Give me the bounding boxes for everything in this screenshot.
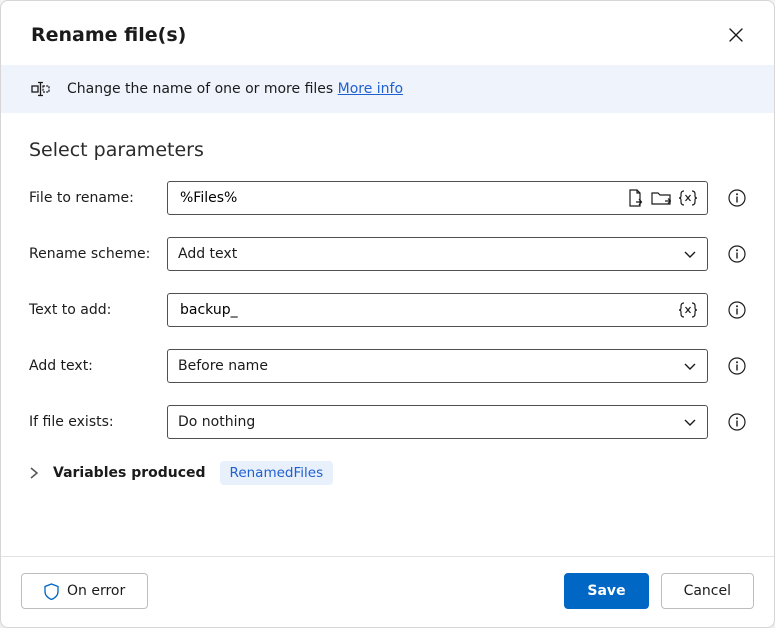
- info-banner: Change the name of one or more files Mor…: [1, 65, 774, 113]
- variable-chip[interactable]: RenamedFiles: [220, 461, 334, 485]
- file-to-rename-input[interactable]: [178, 189, 619, 207]
- add-text-position-select[interactable]: Before name: [167, 349, 708, 383]
- cancel-label: Cancel: [684, 583, 731, 599]
- chevron-down-icon: [683, 247, 697, 261]
- row-rename-scheme: Rename scheme: Add text: [29, 237, 746, 271]
- rename-files-dialog: Rename file(s) Change the name of one or…: [0, 0, 775, 628]
- chevron-down-icon: [683, 359, 697, 373]
- shield-icon: [44, 583, 59, 600]
- section-heading: Select parameters: [29, 139, 746, 161]
- title-bar: Rename file(s): [1, 1, 774, 65]
- select-folder-icon[interactable]: [651, 190, 671, 206]
- row-add-text-position: Add text: Before name: [29, 349, 746, 383]
- label-add-text-position: Add text:: [29, 358, 157, 374]
- add-text-position-value: Before name: [178, 358, 675, 374]
- rename-scheme-value: Add text: [178, 246, 675, 262]
- text-to-add-input[interactable]: [178, 301, 671, 319]
- variable-picker-icon[interactable]: [679, 190, 697, 206]
- save-label: Save: [587, 583, 625, 599]
- banner-text: Change the name of one or more files Mor…: [67, 81, 403, 97]
- label-rename-scheme: Rename scheme:: [29, 246, 157, 262]
- row-file-to-rename: File to rename:: [29, 181, 746, 215]
- close-button[interactable]: [720, 19, 752, 51]
- text-to-add-input-wrap: [167, 293, 708, 327]
- dialog-footer: On error Save Cancel: [1, 556, 774, 627]
- variable-picker-icon[interactable]: [679, 302, 697, 318]
- dialog-title: Rename file(s): [31, 24, 186, 46]
- chevron-down-icon: [683, 415, 697, 429]
- row-text-to-add: Text to add:: [29, 293, 746, 327]
- file-to-rename-input-wrap: [167, 181, 708, 215]
- info-icon[interactable]: [728, 245, 746, 263]
- rename-scheme-select[interactable]: Add text: [167, 237, 708, 271]
- if-file-exists-value: Do nothing: [178, 414, 675, 430]
- save-button[interactable]: Save: [564, 573, 648, 609]
- info-icon[interactable]: [728, 357, 746, 375]
- label-text-to-add: Text to add:: [29, 302, 157, 318]
- label-if-file-exists: If file exists:: [29, 414, 157, 430]
- rename-action-icon: [31, 81, 51, 97]
- cancel-button[interactable]: Cancel: [661, 573, 754, 609]
- variables-produced-row: Variables produced RenamedFiles: [29, 461, 746, 485]
- chevron-right-icon[interactable]: [29, 467, 39, 479]
- on-error-label: On error: [67, 583, 125, 599]
- if-file-exists-select[interactable]: Do nothing: [167, 405, 708, 439]
- info-icon[interactable]: [728, 189, 746, 207]
- more-info-link[interactable]: More info: [338, 81, 403, 97]
- row-if-file-exists: If file exists: Do nothing: [29, 405, 746, 439]
- select-file-icon[interactable]: [627, 189, 643, 207]
- close-icon: [729, 28, 743, 42]
- dialog-body: Select parameters File to rename:: [1, 113, 774, 556]
- variables-produced-label: Variables produced: [53, 465, 206, 481]
- on-error-button[interactable]: On error: [21, 573, 148, 609]
- label-file-to-rename: File to rename:: [29, 190, 157, 206]
- info-icon[interactable]: [728, 413, 746, 431]
- info-icon[interactable]: [728, 301, 746, 319]
- banner-desc: Change the name of one or more files: [67, 81, 338, 97]
